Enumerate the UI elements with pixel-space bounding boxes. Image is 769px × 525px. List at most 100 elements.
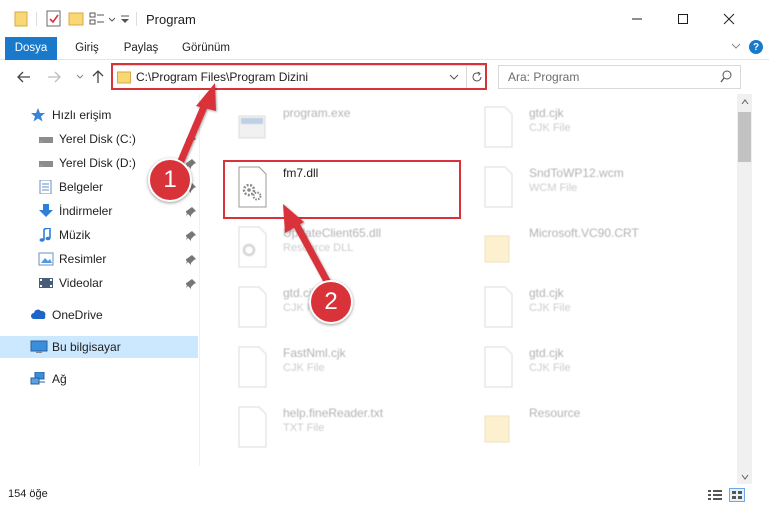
step-badge-1: 1 — [148, 158, 192, 202]
pin-icon[interactable] — [185, 278, 196, 292]
list-item[interactable]: program.exe — [215, 100, 455, 154]
folder-icon[interactable] — [14, 10, 28, 30]
pane-divider[interactable] — [199, 94, 200, 466]
details-view-icon[interactable] — [707, 488, 723, 502]
search-icon[interactable] — [720, 70, 732, 86]
documents-icon — [38, 179, 54, 195]
file-name: FastNml.cjk — [283, 346, 346, 360]
sidebar-item-label: Yerel Disk (D:) — [59, 156, 136, 170]
sidebar-item-onedrive[interactable]: OneDrive — [0, 304, 198, 326]
tab-home[interactable]: Giriş — [65, 37, 109, 60]
sidebar-item-quick-access[interactable]: Hızlı erişim — [0, 104, 198, 126]
expand-ribbon-icon[interactable] — [731, 40, 741, 54]
tab-file[interactable]: Dosya — [5, 37, 57, 60]
computer-icon — [30, 340, 48, 354]
file-type: CJK File — [283, 362, 325, 374]
help-icon[interactable]: ? — [749, 40, 763, 54]
tab-share[interactable]: Paylaş — [118, 37, 164, 60]
back-button[interactable] — [14, 67, 34, 87]
pin-icon[interactable] — [185, 230, 196, 244]
list-item[interactable]: gtd.cjk CJK File — [461, 340, 701, 394]
pin-icon[interactable] — [185, 254, 196, 268]
scroll-down-icon[interactable] — [737, 469, 752, 484]
list-item[interactable]: FastNml.cjk CJK File — [215, 340, 455, 394]
vertical-scrollbar[interactable] — [737, 94, 752, 484]
ribbon-tabs: Dosya Giriş Paylaş Görünüm ? — [0, 37, 769, 60]
forward-button[interactable] — [44, 67, 64, 87]
sidebar-item-music[interactable]: Müzik — [0, 224, 198, 246]
file-icon — [235, 286, 269, 328]
divider — [136, 10, 138, 30]
divider — [36, 10, 38, 30]
network-icon — [30, 371, 46, 386]
sidebar-item-label: Belgeler — [59, 180, 104, 194]
file-icon — [235, 346, 269, 388]
list-item[interactable]: gtd.cjk CJK File — [461, 100, 701, 154]
file-name: Microsoft.VC90.CRT — [529, 226, 639, 240]
list-item[interactable]: gtd.cjk CJK File — [461, 280, 701, 334]
sidebar-item-downloads[interactable]: İndirmeler — [0, 200, 198, 222]
file-name: gtd.cjk — [529, 286, 564, 300]
sidebar-item-label: Ağ — [52, 372, 67, 386]
dll-gear-icon — [235, 226, 269, 268]
dll-gear-icon — [235, 166, 269, 208]
list-item[interactable]: help.fineReader.txt TXT File — [215, 400, 455, 454]
sidebar-item-label: Hızlı erişim — [52, 108, 112, 122]
file-list: program.exe gtd.cjk CJK File fm7.dll Snd… — [205, 94, 735, 466]
sidebar-item-label: Yerel Disk (C:) — [59, 132, 136, 146]
file-type: CJK File — [529, 122, 571, 134]
customize-toolbar-icon[interactable] — [120, 10, 130, 30]
list-item[interactable]: Resource — [461, 400, 701, 454]
large-icons-view-icon[interactable] — [729, 488, 745, 502]
tab-view[interactable]: Görünüm — [176, 37, 236, 60]
file-name: SndToWP12.wcm — [529, 166, 624, 180]
scroll-thumb[interactable] — [738, 112, 751, 162]
properties-icon[interactable] — [46, 10, 62, 30]
sidebar-item-videos[interactable]: Videolar — [0, 272, 198, 294]
sidebar-item-pictures[interactable]: Resimler — [0, 248, 198, 270]
file-icon — [481, 106, 515, 148]
file-name: gtd.cjk — [529, 106, 564, 120]
view-options-icon[interactable] — [89, 10, 107, 30]
drive-icon — [38, 156, 54, 170]
status-bar: 154 öğe — [0, 484, 769, 506]
cloud-icon — [30, 308, 46, 322]
list-item-fm7-dll[interactable]: fm7.dll — [215, 160, 455, 214]
sidebar-item-this-pc[interactable]: Bu bilgisayar — [0, 336, 198, 358]
file-type: WCM File — [529, 182, 578, 194]
address-path[interactable]: C:\Program Files\Program Dizini — [136, 70, 308, 84]
chevron-down-icon[interactable] — [108, 10, 116, 30]
minimize-button[interactable] — [614, 0, 660, 38]
star-icon — [30, 108, 46, 122]
refresh-icon[interactable] — [466, 66, 486, 88]
sidebar-item-label: Resimler — [59, 252, 107, 266]
pin-icon[interactable] — [185, 206, 196, 220]
pictures-icon — [38, 252, 54, 266]
close-button[interactable] — [706, 0, 752, 38]
sidebar-item-network[interactable]: Ağ — [0, 368, 198, 390]
list-item[interactable]: SndToWP12.wcm WCM File — [461, 160, 701, 214]
address-bar[interactable]: C:\Program Files\Program Dizini — [111, 65, 486, 89]
new-folder-icon[interactable] — [68, 10, 84, 30]
folder-icon — [481, 406, 515, 448]
chevron-down-icon[interactable] — [448, 70, 460, 87]
file-name: UpdateClient65.dll — [283, 226, 382, 240]
file-name: fm7.dll — [283, 166, 319, 180]
sidebar-item-label: İndirmeler — [59, 204, 113, 218]
recent-locations-button[interactable] — [70, 67, 90, 87]
file-name: Resource — [529, 406, 581, 420]
sidebar-item-local-disk-c[interactable]: Yerel Disk (C:) — [0, 128, 198, 150]
search-input[interactable]: Ara: Program — [498, 65, 741, 89]
file-type: Resource DLL — [283, 242, 354, 254]
list-item[interactable]: Microsoft.VC90.CRT — [461, 220, 701, 274]
file-icon — [481, 286, 515, 328]
file-type: CJK File — [529, 362, 571, 374]
download-icon — [38, 204, 54, 218]
folder-icon — [117, 70, 131, 87]
maximize-button[interactable] — [660, 0, 706, 38]
folder-icon — [481, 226, 515, 268]
up-button[interactable] — [88, 67, 108, 87]
list-item[interactable]: UpdateClient65.dll Resource DLL — [215, 220, 455, 274]
scroll-up-icon[interactable] — [737, 94, 752, 109]
pin-icon[interactable] — [185, 134, 196, 148]
